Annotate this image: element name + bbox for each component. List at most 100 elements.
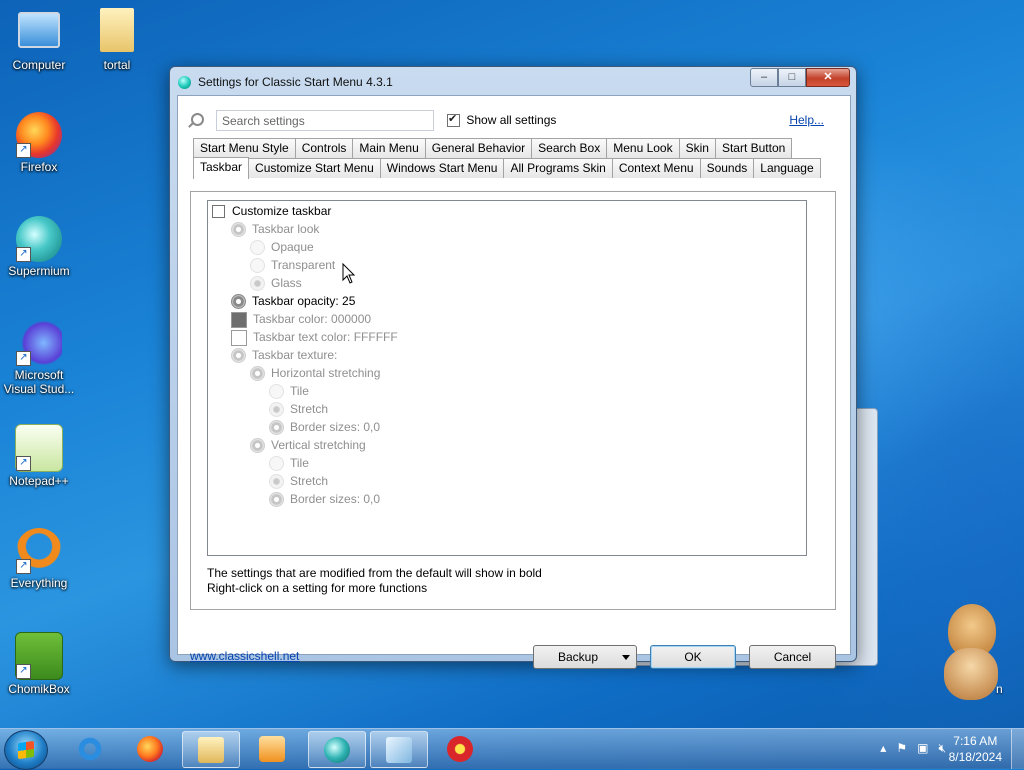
system-tray: ▴ ⚑ ▣ 🔇︎ <box>880 741 946 756</box>
tab-start-button[interactable]: Start Button <box>714 138 793 158</box>
action-center-flag-icon[interactable]: ⚑ <box>896 741 907 756</box>
tree-item-label: Customize taskbar <box>232 204 332 218</box>
tree-item-customize-taskbar[interactable]: Customize taskbar <box>212 202 331 220</box>
network-icon[interactable]: ▣ <box>917 741 928 756</box>
desktop-icon-tortal[interactable]: tortal <box>81 8 153 72</box>
tree-item-stretch[interactable]: Stretch <box>269 400 328 418</box>
tree-item-tile[interactable]: Tile <box>269 382 309 400</box>
search-input[interactable] <box>216 110 434 131</box>
mascot-caption: n <box>996 682 1003 696</box>
lightning-icon <box>447 736 473 762</box>
desktop-icon-notepadpp[interactable]: ↗ Notepad++ <box>3 424 75 488</box>
tree-item-border-sizes-0-0[interactable]: Border sizes: 0,0 <box>269 418 380 436</box>
tab-language[interactable]: Language <box>753 158 821 178</box>
backup-button[interactable]: Backup <box>533 645 637 669</box>
tree-item-opaque[interactable]: Opaque <box>250 238 314 256</box>
tab-start-menu-style[interactable]: Start Menu Style <box>193 138 296 158</box>
gear-icon <box>269 492 284 508</box>
clock-time: 7:16 AM <box>953 734 998 748</box>
windows-logo-icon <box>18 740 34 760</box>
tab-context-menu[interactable]: Context Menu <box>611 158 701 178</box>
tab-customize-start-menu[interactable]: Customize Start Menu <box>248 158 381 178</box>
help-link[interactable]: Help... <box>789 113 824 127</box>
tab-main-menu[interactable]: Main Menu <box>352 138 426 158</box>
desktop-icon-everything[interactable]: ↗ Everything <box>3 528 75 590</box>
tree-item-vertical-stretching[interactable]: Vertical stretching <box>250 436 366 454</box>
tab-taskbar[interactable]: Taskbar <box>193 157 250 179</box>
tab-all-programs-skin[interactable]: All Programs Skin <box>503 158 613 178</box>
taskbar-ie[interactable] <box>62 731 118 766</box>
taskbar-firefox[interactable] <box>122 731 178 766</box>
internet-explorer-icon <box>77 736 103 762</box>
desktop-icon-computer[interactable]: Computer <box>3 8 75 72</box>
tree-item-label: Border sizes: 0,0 <box>290 420 381 434</box>
tree-item-label: Opaque <box>271 240 314 254</box>
taskbar-explorer[interactable] <box>182 731 240 768</box>
tree-item-taskbar-color-000000[interactable]: Taskbar color: 000000 <box>231 310 371 328</box>
clock[interactable]: 7:16 AM 8/18/2024 <box>949 733 1002 765</box>
taskbar-flashget[interactable] <box>432 731 488 766</box>
tree-item-label: Tile <box>290 456 309 470</box>
radio-icon <box>269 456 284 472</box>
tab-search-box[interactable]: Search Box <box>531 138 608 158</box>
visual-studio-icon: ↗ <box>16 320 62 366</box>
radio-icon <box>269 474 284 490</box>
firefox-icon <box>137 736 163 762</box>
maximize-button[interactable]: □ <box>778 68 806 87</box>
tree-item-transparent[interactable]: Transparent <box>250 256 335 274</box>
desktop-icon-visual-studio[interactable]: ↗ Microsoft Visual Stud... <box>3 320 75 396</box>
taskbar-supermium[interactable] <box>308 731 366 768</box>
desktop-icon-label: Firefox <box>20 160 58 174</box>
start-button[interactable] <box>4 730 48 770</box>
tree-item-stretch[interactable]: Stretch <box>269 472 328 490</box>
tree-item-taskbar-texture[interactable]: Taskbar texture: <box>231 346 337 364</box>
tree-item-glass[interactable]: Glass <box>250 274 302 292</box>
tree-item-label: Taskbar texture: <box>252 348 338 362</box>
tree-item-taskbar-look[interactable]: Taskbar look <box>231 220 319 238</box>
classicshell-website-link[interactable]: www.classicshell.net <box>190 649 299 663</box>
tree-item-taskbar-opacity-25[interactable]: Taskbar opacity: 25 <box>231 292 355 310</box>
show-desktop-button[interactable] <box>1011 729 1024 769</box>
tab-row-top: Start Menu Style Controls Main Menu General… <box>193 138 793 158</box>
color-swatch-icon <box>231 311 247 328</box>
taskbar-settings-window[interactable] <box>370 731 428 768</box>
tree-item-label: Stretch <box>290 474 329 488</box>
tree-item-label: Taskbar look <box>252 222 320 236</box>
tree-item-taskbar-text-color-ffffff[interactable]: Taskbar text color: FFFFFF <box>231 328 398 346</box>
tab-sounds[interactable]: Sounds <box>699 158 755 178</box>
tab-panel-taskbar: Customize taskbar Taskbar look Opaque Trans… <box>190 191 836 610</box>
tab-controls[interactable]: Controls <box>294 138 354 158</box>
taskbar-media-player[interactable] <box>244 731 300 766</box>
checkbox-box[interactable] <box>447 112 460 128</box>
show-hidden-icons-button[interactable]: ▴ <box>880 741 886 756</box>
chomikbox-icon: ↗ <box>15 632 63 680</box>
color-swatch-icon <box>231 329 247 346</box>
tree-item-tile[interactable]: Tile <box>269 454 309 472</box>
tab-general-behavior[interactable]: General Behavior <box>424 138 533 158</box>
settings-tree[interactable]: Customize taskbar Taskbar look Opaque Trans… <box>207 200 807 556</box>
show-all-settings-checkbox[interactable]: Show all settings <box>447 112 556 128</box>
status-line-1: The settings that are modified from the … <box>207 566 542 580</box>
supermium-icon: ↗ <box>16 216 62 262</box>
tab-skin[interactable]: Skin <box>678 138 716 158</box>
tree-item-label: Tile <box>290 384 309 398</box>
tree-item-horizontal-stretching[interactable]: Horizontal stretching <box>250 364 380 382</box>
title-bar[interactable]: Settings for Classic Start Menu 4.3.1 – … <box>170 67 856 95</box>
radio-icon <box>250 276 265 292</box>
tab-menu-look[interactable]: Menu Look <box>606 138 680 158</box>
desktop-icon-chomikbox[interactable]: ↗ ChomikBox <box>3 632 75 696</box>
close-button[interactable]: ✕ <box>806 68 850 87</box>
volume-muted-icon[interactable]: 🔇︎ <box>938 741 946 756</box>
shortcut-arrow-icon: ↗ <box>16 559 31 574</box>
tree-item-label: Vertical stretching <box>271 438 366 452</box>
desktop-icon-firefox[interactable]: ↗ Firefox <box>3 112 75 174</box>
tree-item-border-sizes-0-0[interactable]: Border sizes: 0,0 <box>269 490 380 508</box>
ok-button[interactable]: OK <box>650 645 736 669</box>
desktop-icon-supermium[interactable]: ↗ Supermium <box>3 216 75 278</box>
tab-windows-start-menu[interactable]: Windows Start Menu <box>379 158 505 178</box>
minimize-button[interactable]: – <box>750 68 778 87</box>
cancel-button[interactable]: Cancel <box>749 645 836 669</box>
radio-icon <box>269 402 284 418</box>
tree-item-label: Taskbar opacity: 25 <box>252 294 356 308</box>
gear-icon <box>231 348 246 364</box>
